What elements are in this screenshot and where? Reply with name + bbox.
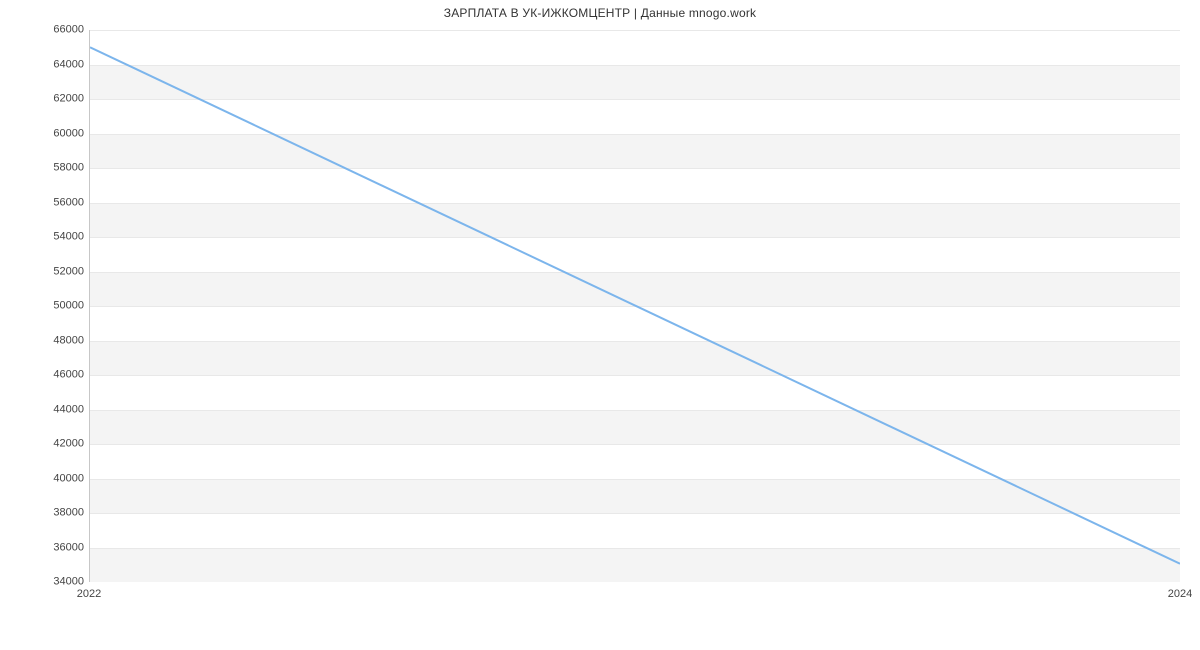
y-tick-label: 60000 xyxy=(4,128,84,139)
y-tick-label: 62000 xyxy=(4,94,84,105)
y-tick-label: 56000 xyxy=(4,197,84,208)
x-tick-label: 2022 xyxy=(77,588,101,600)
y-tick-label: 40000 xyxy=(4,473,84,484)
y-tick-label: 34000 xyxy=(4,577,84,588)
y-tick-label: 44000 xyxy=(4,404,84,415)
x-tick-label: 2024 xyxy=(1168,588,1192,600)
y-tick-label: 42000 xyxy=(4,439,84,450)
y-tick-label: 48000 xyxy=(4,335,84,346)
y-tick-label: 58000 xyxy=(4,163,84,174)
y-tick-label: 52000 xyxy=(4,266,84,277)
y-tick-label: 64000 xyxy=(4,59,84,70)
y-tick-label: 50000 xyxy=(4,301,84,312)
y-tick-label: 66000 xyxy=(4,25,84,36)
chart-container: ЗАРПЛАТА В УК-ИЖКОМЦЕНТР | Данные mnogo.… xyxy=(0,0,1200,650)
y-tick-label: 46000 xyxy=(4,370,84,381)
y-tick-label: 54000 xyxy=(4,232,84,243)
chart-title: ЗАРПЛАТА В УК-ИЖКОМЦЕНТР | Данные mnogo.… xyxy=(0,6,1200,20)
y-tick-label: 36000 xyxy=(4,542,84,553)
plot-area xyxy=(89,30,1180,582)
line-series xyxy=(90,30,1180,581)
y-tick-label: 38000 xyxy=(4,508,84,519)
